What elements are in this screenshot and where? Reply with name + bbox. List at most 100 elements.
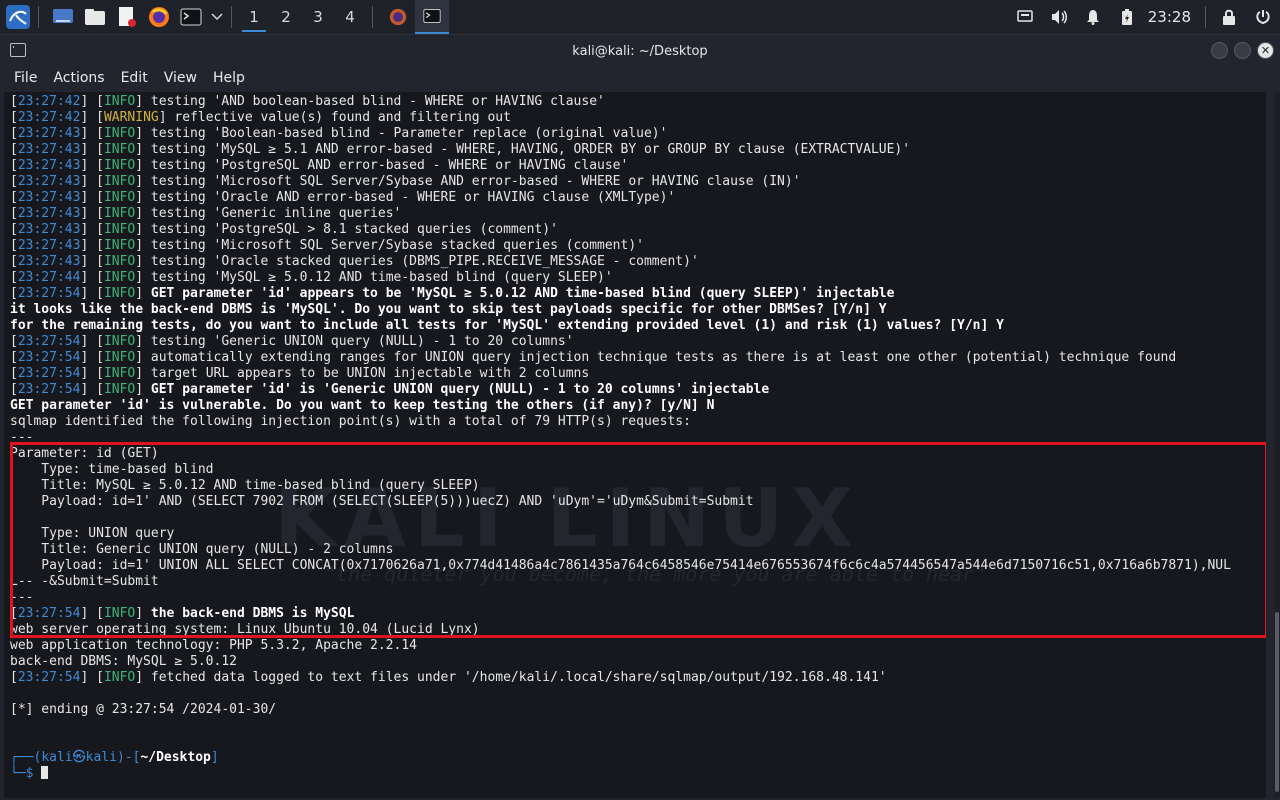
kali-menu-icon[interactable]: [4, 3, 32, 31]
terminal-text: INFO: [103, 350, 136, 365]
terminal-text: [: [10, 382, 18, 397]
terminal-launcher-icon[interactable]: [177, 3, 205, 31]
terminal-text: 23:27:43: [17, 126, 81, 141]
minimize-button[interactable]: [1211, 42, 1228, 59]
panel-separator: [1205, 6, 1206, 28]
terminal-text: web application technology: PHP 5.3.2, A…: [10, 638, 417, 653]
menu-edit[interactable]: Edit: [113, 70, 156, 86]
terminal-text: ] [: [80, 222, 104, 237]
terminal-text: [: [10, 158, 18, 173]
terminal-output[interactable]: KALI LINUX "the quieter you become, the …: [4, 92, 1266, 798]
terminal-scrollbar[interactable]: [1274, 92, 1280, 798]
terminal-text: $: [25, 766, 42, 781]
close-button[interactable]: ✕: [1257, 42, 1274, 59]
terminal-text: GET parameter 'id' is vulnerable. Do you…: [10, 398, 715, 413]
terminal-text: 23:27:54: [17, 382, 81, 397]
terminal-text: [: [10, 366, 18, 381]
menu-bar: File Actions Edit View Help: [0, 67, 1280, 89]
terminal-text: 23:27:43: [17, 222, 81, 237]
workspace-2[interactable]: 2: [270, 0, 302, 34]
menu-actions[interactable]: Actions: [45, 70, 112, 86]
terminal-text: 23:27:43: [17, 158, 81, 173]
workspace-label: 4: [345, 8, 355, 26]
menu-view[interactable]: View: [156, 70, 205, 86]
terminal-text: L-- -&Submit=Submit: [10, 574, 159, 589]
terminal-text: [: [10, 350, 18, 365]
terminal-text: INFO: [103, 222, 136, 237]
terminal-text: ] testing 'Generic UNION query (NULL) - …: [135, 334, 574, 349]
file-manager-icon[interactable]: [81, 3, 109, 31]
terminal-text: ] [: [80, 110, 104, 125]
terminal-text: [: [10, 270, 18, 285]
terminal-text: 23:27:54: [17, 670, 81, 685]
terminal-text: INFO: [103, 206, 136, 221]
text-editor-icon[interactable]: [113, 3, 141, 31]
terminal-text: ] [: [80, 238, 104, 253]
terminal-text: └─: [10, 766, 26, 781]
terminal-line: [23:27:43] [INFO] testing 'Oracle stacke…: [10, 254, 1231, 270]
volume-icon[interactable]: [1042, 0, 1076, 34]
terminal-text: ] testing 'Generic inline queries': [135, 206, 402, 221]
maximize-button[interactable]: [1234, 42, 1251, 59]
workspace-1[interactable]: 1: [238, 0, 270, 34]
panel-clock[interactable]: 23:28: [1144, 8, 1199, 26]
terminal-text: ] [: [80, 254, 104, 269]
terminal-text: Parameter: id (GET): [10, 446, 159, 461]
chevron-down-icon[interactable]: [209, 3, 225, 31]
lock-screen-icon[interactable]: [1212, 0, 1246, 34]
menu-help[interactable]: Help: [205, 70, 253, 86]
terminal-text: [: [10, 206, 18, 221]
display-icon[interactable]: [1008, 0, 1042, 34]
terminal-text: INFO: [103, 174, 136, 189]
terminal-text: ] testing 'Microsoft SQL Server/Sybase s…: [135, 238, 644, 253]
terminal-text: Type: UNION query: [10, 526, 175, 541]
notifications-bell-icon[interactable]: [1076, 0, 1110, 34]
workspace-4[interactable]: 4: [334, 0, 366, 34]
window-titlebar[interactable]: kali@kali: ~/Desktop ✕: [0, 35, 1280, 67]
terminal-line: [23:27:54] [INFO] GET parameter 'id' is …: [10, 382, 1231, 398]
terminal-text: ] [: [80, 670, 104, 685]
terminal-text: ] testing 'PostgreSQL > 8.1 stacked quer…: [135, 222, 558, 237]
terminal-text: ] [: [80, 142, 104, 157]
taskbar-firefox-icon[interactable]: [383, 0, 413, 34]
terminal-text: 23:27:43: [17, 206, 81, 221]
power-icon[interactable]: [1246, 0, 1280, 34]
scrollbar-thumb[interactable]: [1275, 612, 1279, 792]
firefox-icon[interactable]: [145, 3, 173, 31]
terminal-line: web application technology: PHP 5.3.2, A…: [10, 638, 1231, 654]
battery-icon[interactable]: [1110, 0, 1144, 34]
terminal-text: ] testing 'PostgreSQL AND error-based - …: [135, 158, 629, 173]
menu-file[interactable]: File: [6, 70, 45, 86]
terminal-text: )-[: [116, 750, 141, 765]
taskbar-terminal-icon[interactable]: [415, 0, 449, 34]
terminal-text: ] [: [80, 174, 104, 189]
terminal-line: GET parameter 'id' is vulnerable. Do you…: [10, 398, 1231, 414]
show-desktop-icon[interactable]: [49, 3, 77, 31]
terminal-text: [: [10, 94, 18, 109]
terminal-text: INFO: [103, 670, 136, 685]
terminal-text: ] [: [80, 334, 104, 349]
terminal-line: for the remaining tests, do you want to …: [10, 318, 1231, 334]
terminal-line: [23:27:54] [INFO] automatically extendin…: [10, 350, 1231, 366]
terminal-text: ] target URL appears to be UNION injecta…: [135, 366, 590, 381]
terminal-text: [*] ending @ 23:27:54 /2024-01-30/: [10, 702, 277, 717]
terminal-line: [23:27:43] [INFO] testing 'Oracle AND er…: [10, 190, 1231, 206]
terminal-text: ] [: [80, 94, 104, 109]
terminal-text: INFO: [103, 94, 136, 109]
panel-separator: [231, 6, 232, 28]
terminal-text: [: [10, 222, 18, 237]
terminal-text: 23:27:54: [17, 286, 81, 301]
terminal-text: ] testing 'AND boolean-based blind - WHE…: [135, 94, 605, 109]
terminal-line: [23:27:54] [INFO] target URL appears to …: [10, 366, 1231, 382]
terminal-text: ] [: [80, 206, 104, 221]
terminal-text: ]: [135, 286, 151, 301]
terminal-line: L-- -&Submit=Submit: [10, 574, 1231, 590]
workspace-3[interactable]: 3: [302, 0, 334, 34]
terminal-text: INFO: [103, 366, 136, 381]
workspace-label: 3: [313, 8, 323, 26]
terminal-text: ] [: [80, 190, 104, 205]
terminal-text: ] [: [80, 270, 104, 285]
